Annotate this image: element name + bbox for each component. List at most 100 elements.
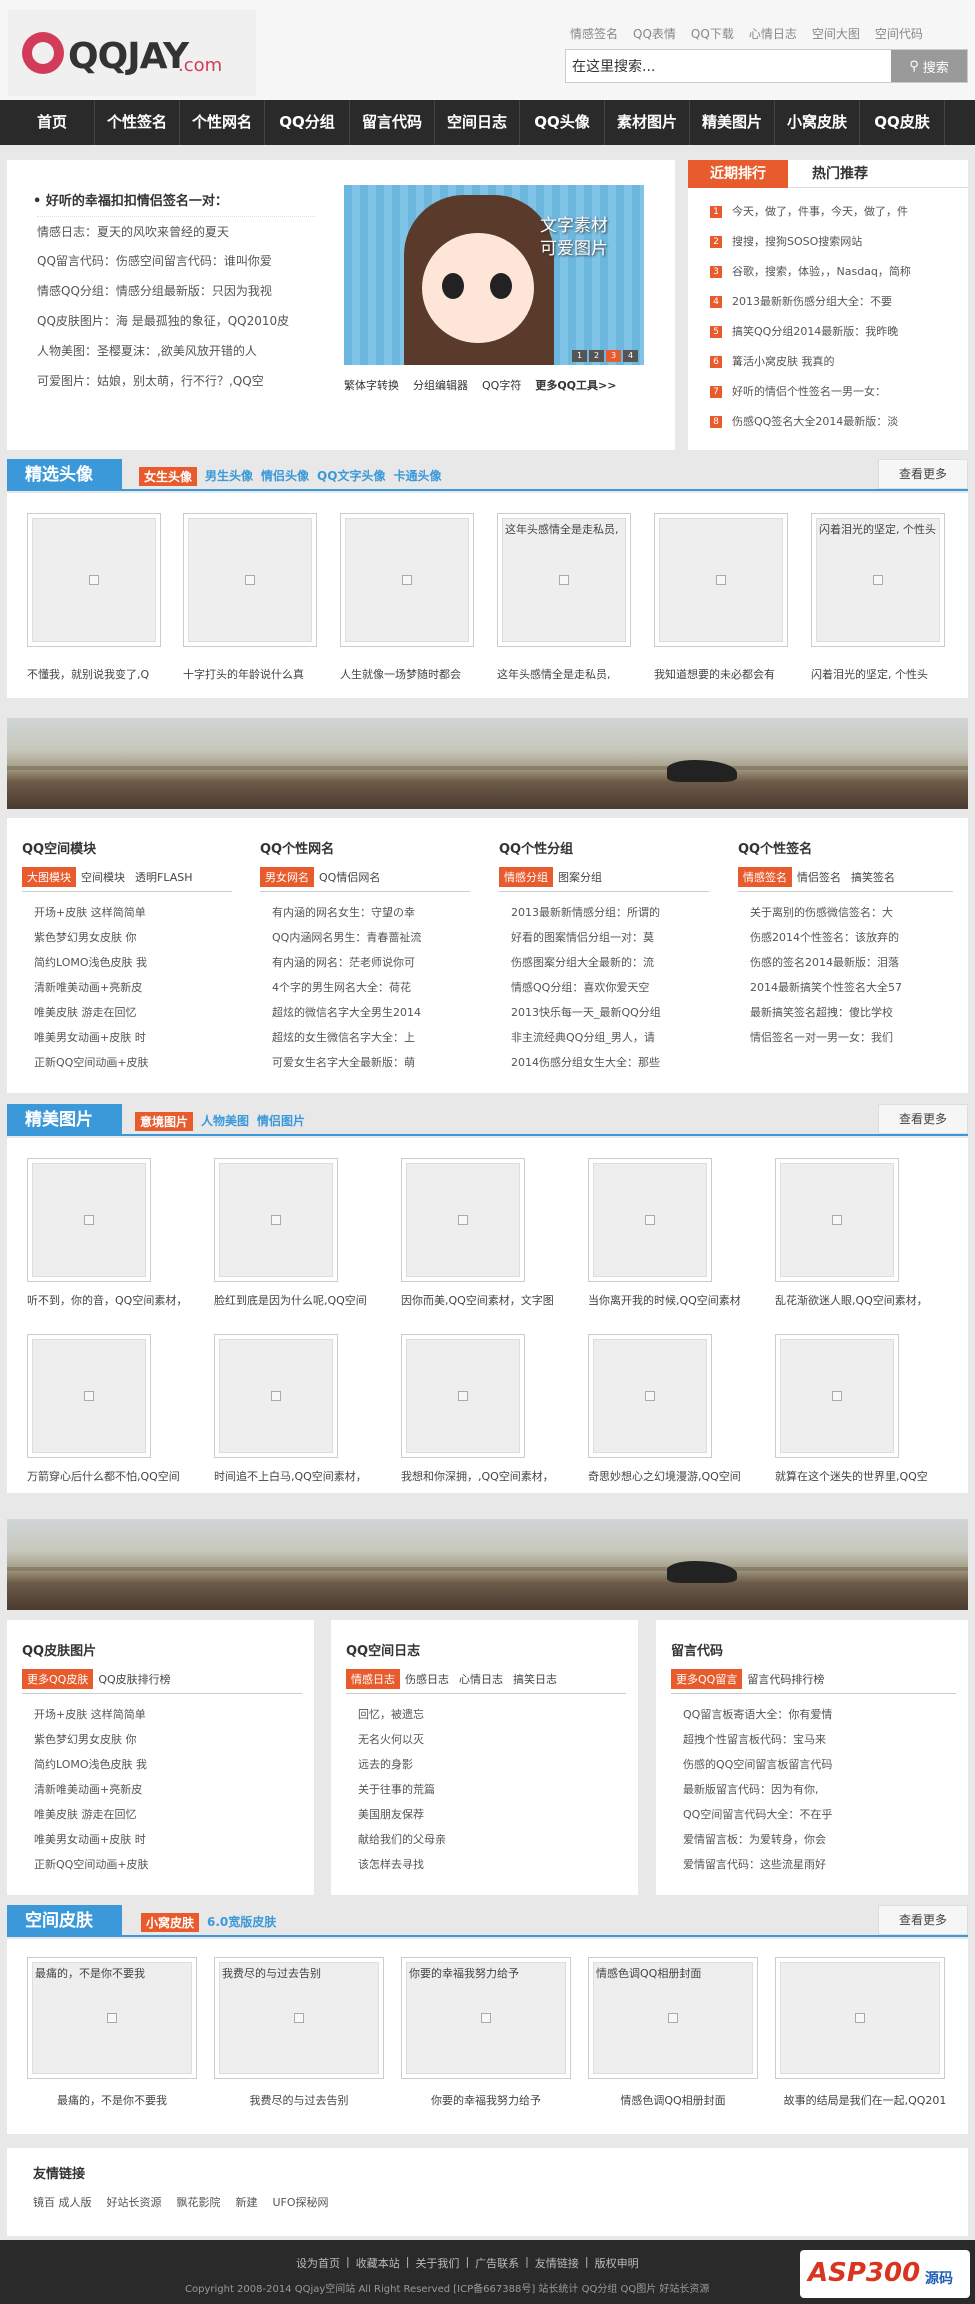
avatar-caption[interactable]: 人生就像一场梦随时都会 — [340, 666, 480, 682]
list-item[interactable]: 美国朋友保荐 — [346, 1802, 626, 1827]
avatar-caption[interactable]: 不懂我，就别说我变了,Q — [27, 666, 167, 682]
list-item[interactable]: 最新搞笑签名超拽：傻比学校 — [738, 1000, 953, 1025]
rank-item[interactable]: 3 谷歌，搜索，体验，，Nasdaq，简称 — [710, 257, 940, 287]
list-item[interactable]: 非主流经典QQ分组_男人，请 — [499, 1025, 709, 1050]
tool-link-more[interactable]: 更多QQ工具>> — [535, 377, 616, 393]
list-item[interactable]: 简约LOMO浅色皮肤 我 — [22, 1752, 302, 1777]
column-title[interactable]: QQ皮肤图片 — [22, 1640, 302, 1659]
list-item[interactable]: 清新唯美动画+亮新皮 — [22, 975, 232, 1000]
list-item[interactable]: 唯美皮肤 游走在回忆 — [22, 1802, 302, 1827]
list-item[interactable]: 可爱女生名字大全最新版：萌 — [260, 1050, 470, 1075]
list-item[interactable]: 情感日志：夏天的风吹来曾经的夏天 — [37, 216, 315, 246]
list-item[interactable]: 简约LOMO浅色皮肤 我 — [22, 950, 232, 975]
list-item[interactable]: 可爱图片：姑娘，别太萌，行不行？,QQ空 — [37, 366, 315, 396]
list-item[interactable]: 该怎样去寻找 — [346, 1852, 626, 1877]
friend-link[interactable]: 飘花影院 — [177, 2194, 221, 2210]
photo-thumb[interactable] — [401, 1158, 525, 1282]
list-item[interactable]: 开场+皮肤 这样简简单 — [22, 900, 232, 925]
friend-link[interactable]: 镜百 成人版 — [33, 2194, 92, 2210]
photo-caption[interactable]: 万箭穿心后什么都不怕,QQ空间 — [27, 1468, 202, 1484]
photo-thumb[interactable] — [401, 1334, 525, 1458]
list-item[interactable]: 2014伤感分组女生大全：那些 — [499, 1050, 709, 1075]
ad-banner[interactable] — [7, 718, 968, 809]
avatar-thumb[interactable] — [27, 513, 161, 647]
list-item[interactable]: 清新唯美动画+亮新皮 — [22, 1777, 302, 1802]
subtab[interactable]: 意境图片 — [135, 1112, 194, 1131]
top-link[interactable]: QQ下载 — [691, 25, 734, 42]
avatar-thumb[interactable] — [340, 513, 474, 647]
nav-item-avatars[interactable]: QQ头像 — [520, 100, 605, 145]
list-item[interactable]: 唯美皮肤 游走在回忆 — [22, 1000, 232, 1025]
site-logo[interactable]: QQJAY .com — [8, 10, 256, 96]
list-item[interactable]: 正新QQ空间动画+皮肤 — [22, 1852, 302, 1877]
rank-item[interactable]: 1 今天，做了，件事，今天，做了，件 — [710, 197, 940, 227]
photo-caption[interactable]: 奇思妙想心之幻境漫游,QQ空间 — [588, 1468, 763, 1484]
avatar-thumb[interactable]: 闪着泪光的坚定, 个性头 — [811, 513, 945, 647]
skin-thumb[interactable] — [775, 1957, 945, 2079]
subtab[interactable]: 6.0宽版皮肤 — [207, 1913, 276, 1932]
list-item[interactable]: QQ内涵网名男生：青春蔷祉流 — [260, 925, 470, 950]
pager-dot[interactable]: 4 — [623, 350, 638, 362]
friend-link[interactable]: 好站长资源 — [107, 2194, 162, 2210]
nav-item-skins[interactable]: 小窝皮肤 — [775, 100, 860, 145]
list-item[interactable]: 开场+皮肤 这样简简单 — [22, 1702, 302, 1727]
top-link[interactable]: 空间大图 — [812, 25, 860, 42]
nav-item-material[interactable]: 素材图片 — [605, 100, 690, 145]
photo-caption[interactable]: 时间追不上白马,QQ空间素材， — [214, 1468, 389, 1484]
tool-link[interactable]: 繁体字转换 — [344, 377, 399, 393]
pager-dot[interactable]: 1 — [572, 350, 587, 362]
photo-caption[interactable]: 我想和你深拥，,QQ空间素材， — [401, 1468, 576, 1484]
footer-link[interactable]: 友情链接 — [535, 2255, 579, 2271]
list-item[interactable]: 伤感2014个性签名：该放弃的 — [738, 925, 953, 950]
photo-thumb[interactable] — [588, 1158, 712, 1282]
list-item[interactable]: 4个字的男生网名大全：荷花 — [260, 975, 470, 1000]
pager-dot[interactable]: 3 — [606, 350, 621, 362]
skin-caption[interactable]: 情感色调QQ相册封面 — [588, 2092, 758, 2108]
list-item[interactable]: 2013快乐每一天_最新QQ分组 — [499, 1000, 709, 1025]
asp300-badge[interactable]: ASP300 源码 — [800, 2250, 970, 2298]
footer-link[interactable]: 版权申明 — [595, 2255, 639, 2271]
list-item[interactable]: QQ皮肤图片：海 是最孤独的象征，QQ2010皮 — [37, 306, 315, 336]
list-item[interactable]: 无名火何以灭 — [346, 1727, 626, 1752]
nav-item-qq-skins[interactable]: QQ皮肤 — [860, 100, 945, 145]
column-title[interactable]: QQ空间模块 — [22, 838, 232, 857]
nav-item-nickname[interactable]: 个性网名 — [180, 100, 265, 145]
rank-item[interactable]: 2 搜搜，搜狗SOSO搜索网站 — [710, 227, 940, 257]
photo-thumb[interactable] — [214, 1334, 338, 1458]
more-button[interactable]: 查看更多 — [878, 1905, 968, 1935]
avatar-thumb[interactable]: 这年头感情全是走私员, — [497, 513, 631, 647]
subtab[interactable]: 情侣图片 — [257, 1112, 305, 1131]
list-item[interactable]: 有内涵的网名：茫老师说你可 — [260, 950, 470, 975]
photo-caption[interactable]: 听不到，你的音，QQ空间素材， — [27, 1292, 202, 1308]
column-title[interactable]: 留言代码 — [671, 1640, 956, 1659]
list-item[interactable]: QQ留言代码：伤感空间留言代码：谁叫你爱 — [37, 246, 315, 276]
list-item[interactable]: 关于往事的荒篇 — [346, 1777, 626, 1802]
nav-item-signature[interactable]: 个性签名 — [95, 100, 180, 145]
skin-thumb[interactable]: 情感色调QQ相册封面 — [588, 1957, 758, 2079]
skin-thumb[interactable]: 你要的幸福我努力给予 — [401, 1957, 571, 2079]
list-item[interactable]: 回忆，被遗忘 — [346, 1702, 626, 1727]
list-item[interactable]: 超炫的微信名字大全男生2014 — [260, 1000, 470, 1025]
pager-dot[interactable]: 2 — [589, 350, 604, 362]
subtab[interactable]: QQ文字头像 — [317, 467, 385, 486]
list-item[interactable]: 远去的身影 — [346, 1752, 626, 1777]
list-item[interactable]: 爱情留言代码：这些流星雨好 — [671, 1852, 956, 1877]
column-title[interactable]: QQ个性分组 — [499, 838, 709, 857]
avatar-thumb[interactable] — [183, 513, 317, 647]
rank-item[interactable]: 8 伤感QQ签名大全2014最新版：淡 — [710, 407, 940, 437]
more-button[interactable]: 查看更多 — [878, 1104, 968, 1134]
list-item[interactable]: 最新版留言代码：因为有你, — [671, 1777, 956, 1802]
photo-thumb[interactable] — [27, 1158, 151, 1282]
list-item[interactable]: 情感QQ分组：情感分组最新版：只因为我视 — [37, 276, 315, 306]
avatar-caption[interactable]: 这年头感情全是走私员, — [497, 666, 637, 682]
avatar-caption[interactable]: 我知道想要的未必都会有 — [654, 666, 794, 682]
list-item[interactable]: QQ空间留言代码大全：不在乎 — [671, 1802, 956, 1827]
list-item[interactable]: 2013最新新情感分组：所谓的 — [499, 900, 709, 925]
rank-item[interactable]: 6 篝活小窝皮肤 我真的 — [710, 347, 940, 377]
nav-item-message-code[interactable]: 留言代码 — [350, 100, 435, 145]
photo-thumb[interactable] — [775, 1158, 899, 1282]
rank-item[interactable]: 4 2013最新新伤感分组大全：不要 — [710, 287, 940, 317]
photo-thumb[interactable] — [775, 1334, 899, 1458]
tab-hot[interactable]: 热门推荐 — [800, 160, 880, 188]
tab-recent[interactable]: 近期排行 — [688, 160, 788, 188]
